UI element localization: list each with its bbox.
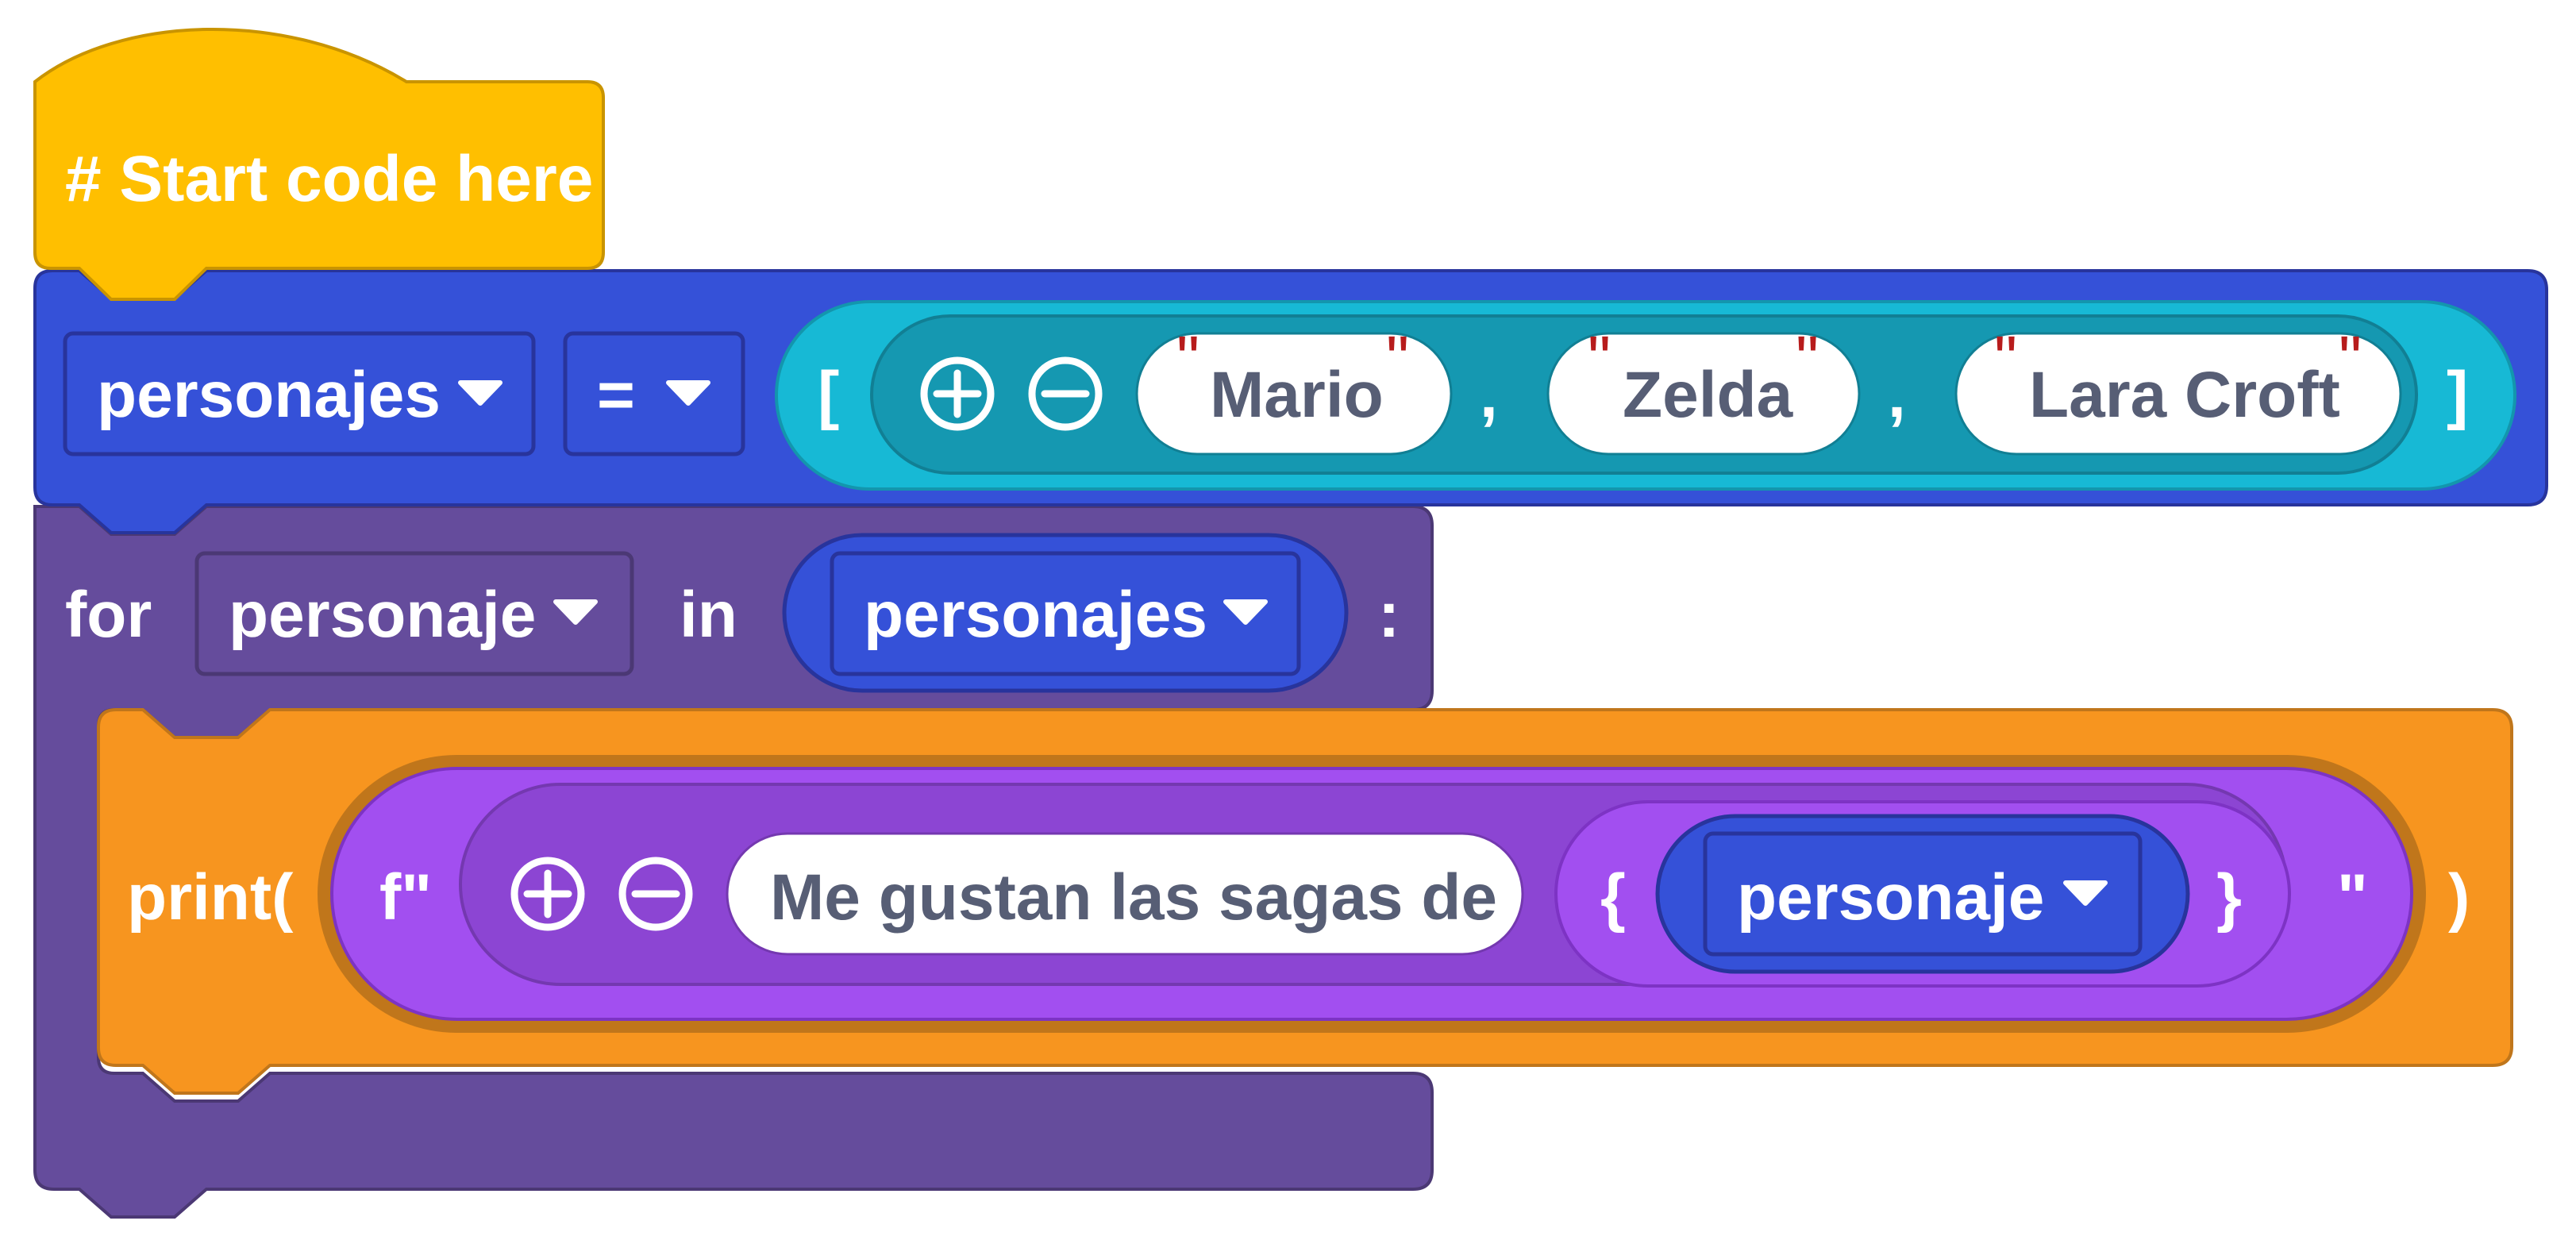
quote-open: " — [1588, 323, 1611, 395]
brace-close: } — [2216, 861, 2242, 934]
assign-block[interactable]: personajes = [ " Mario " , " Zelda " , "… — [33, 269, 2548, 534]
fstring-text-field[interactable]: Me gustan las sagas de — [726, 832, 1524, 956]
quote-close: " — [1796, 323, 1819, 395]
assign-operator-dropdown[interactable]: = — [563, 331, 745, 456]
loop-var-dropdown[interactable]: personaje — [194, 551, 634, 676]
list-separator: , — [1480, 359, 1498, 431]
quote-close: " — [2339, 323, 2362, 395]
iterable-reporter[interactable]: personajes — [782, 533, 1349, 693]
list-close-bracket: ] — [2447, 359, 2468, 431]
plus-circle-icon[interactable] — [510, 857, 585, 931]
fstring-prefix: f" — [379, 861, 432, 934]
print-close: ) — [2448, 861, 2470, 934]
assign-variable-dropdown[interactable]: personajes — [63, 331, 536, 456]
list-item-text: Mario — [1210, 359, 1384, 431]
list-item-lara-croft[interactable]: " Lara Croft " — [1954, 323, 2402, 456]
fstring-text: Me gustan las sagas de — [770, 861, 1497, 934]
hat-block-text: # Start code here — [65, 143, 593, 215]
in-keyword: in — [680, 579, 737, 651]
plus-circle-icon[interactable] — [920, 356, 995, 431]
list-item-zelda[interactable]: " Zelda " — [1546, 323, 1861, 456]
loop-var-label: personaje — [229, 579, 536, 651]
personaje-variable-reporter[interactable]: personaje — [1655, 814, 2190, 974]
fstring-block[interactable]: f" Me gustan las sagas de { personaje} … — [318, 755, 2426, 1033]
list-block[interactable]: [ " Mario " , " Zelda " , " Lara Croft "… — [775, 300, 2516, 491]
print-block[interactable]: print( f" Me gustan las sagas de {perso… — [97, 708, 2513, 1095]
list-open-bracket: [ — [818, 359, 839, 431]
code-canvas: for personaje in personajes : print( f" — [33, 27, 2548, 1219]
iterable-label: personajes — [864, 579, 1207, 651]
assign-variable-label: personajes — [97, 359, 441, 431]
fstring-expression[interactable]: { personaje } — [1554, 800, 2291, 988]
for-keyword: for — [65, 579, 152, 651]
quote-open: " — [1176, 323, 1199, 395]
personaje-label: personaje — [1737, 861, 2044, 934]
list-item-mario[interactable]: " Mario " — [1135, 323, 1453, 456]
brace-open: { — [1600, 861, 1626, 934]
hat-block[interactable]: # Start code here — [33, 27, 605, 301]
for-colon: : — [1378, 579, 1400, 651]
fstring-close-quote: " — [2337, 861, 2368, 934]
list-separator: , — [1888, 359, 1906, 431]
quote-open: " — [1994, 323, 2017, 395]
print-open: print( — [127, 861, 294, 934]
list-item-text: Zelda — [1623, 359, 1794, 431]
quote-close: " — [1386, 323, 1409, 395]
list-item-text: Lara Croft — [2029, 359, 2340, 431]
assign-operator-label: = — [597, 359, 635, 431]
